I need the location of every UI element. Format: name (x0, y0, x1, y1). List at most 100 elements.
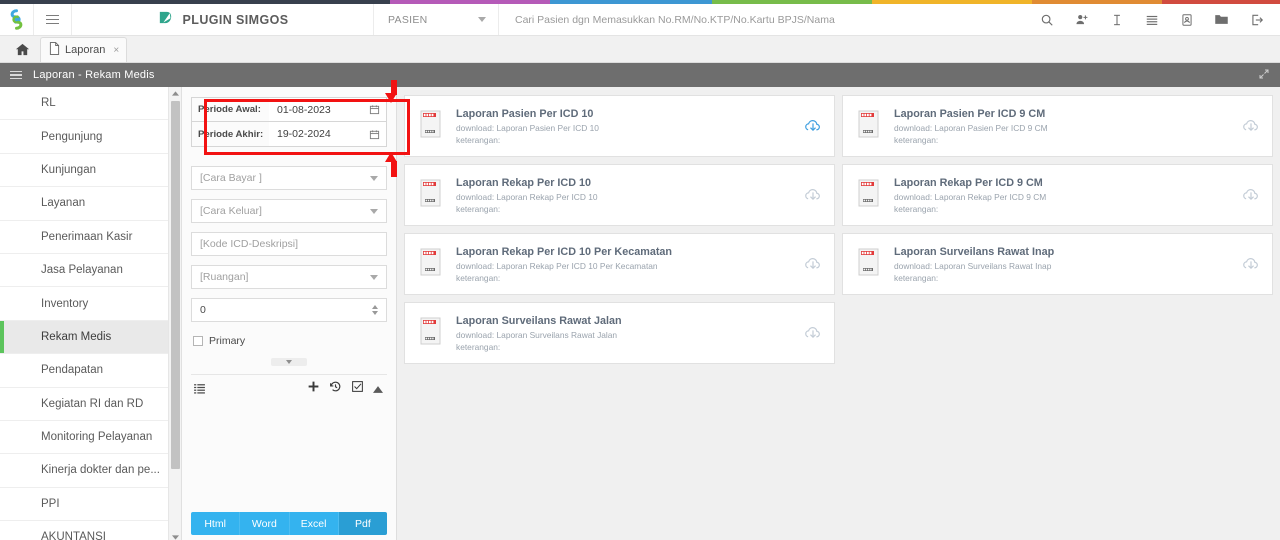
sidebar-scroll-thumb[interactable] (171, 101, 180, 469)
chevron-down-icon (370, 208, 378, 214)
sidebar-item-ppi[interactable]: PPI (0, 488, 181, 522)
report-card-download-text: download: Laporan Surveilans Rawat Jalan (456, 329, 618, 340)
folder-icon[interactable] (1204, 4, 1239, 36)
sidebar-item-kunjungan[interactable]: Kunjungan (0, 154, 181, 188)
primary-checkbox[interactable] (193, 336, 203, 346)
document-icon (49, 42, 60, 58)
sidebar-item-pengunjung[interactable]: Pengunjung (0, 120, 181, 154)
report-card[interactable]: Laporan Surveilans Rawat Inap download: L… (842, 233, 1273, 295)
periode-awal-label: Periode Awal: (192, 98, 269, 121)
report-card[interactable]: Laporan Pasien Per ICD 9 CM download: Lap… (842, 95, 1273, 157)
close-icon[interactable]: × (113, 45, 119, 56)
report-column-left: Laporan Pasien Per ICD 10 download: Lapor… (404, 95, 835, 364)
download-cloud-icon[interactable] (804, 186, 822, 204)
filter-toolbar (191, 374, 387, 402)
report-card-text: Laporan Surveilans Rawat Inap download: L… (894, 246, 1229, 283)
report-card-text: Laporan Rekap Per ICD 10 download: Lapora… (456, 177, 791, 214)
search-category-value: PASIEN (388, 13, 428, 26)
search-icon[interactable] (1029, 4, 1064, 36)
plus-icon[interactable] (307, 380, 320, 398)
add-user-icon[interactable] (1064, 4, 1099, 36)
calendar-icon[interactable] (362, 98, 386, 121)
report-card[interactable]: Laporan Surveilans Rawat Jalan download: … (404, 302, 835, 364)
report-card-title: Laporan Surveilans Rawat Inap (894, 245, 1055, 258)
sidebar-item-label: Layanan (41, 197, 86, 210)
cara-bayar-value: [Cara Bayar ] (200, 172, 262, 184)
report-card[interactable]: Laporan Rekap Per ICD 10 download: Lapora… (404, 164, 835, 226)
periode-awal-value[interactable]: 01-08-2023 (269, 98, 362, 121)
report-card-download-text: download: Laporan Surveilans Rawat Inap (894, 260, 1052, 271)
primary-checkbox-row[interactable]: Primary (191, 335, 387, 347)
patient-search-input[interactable]: Cari Pasien dgn Memasukkan No.RM/No.KTP/… (499, 4, 1029, 35)
sidebar-item-rl[interactable]: RL (0, 87, 181, 121)
periode-awal-row[interactable]: Periode Awal: 01-08-2023 (191, 97, 387, 122)
report-card-download-text: download: Laporan Pasien Per ICD 10 (456, 122, 599, 133)
text-cursor-icon[interactable] (1099, 4, 1134, 36)
file-report-icon (419, 110, 443, 143)
periode-akhir-label: Periode Akhir: (192, 122, 269, 146)
sidebar-item-pendapatan[interactable]: Pendapatan (0, 354, 181, 388)
report-card-keterangan: keterangan: (456, 272, 501, 283)
number-stepper[interactable]: 0 (191, 298, 387, 322)
checkbox-check-icon[interactable] (351, 380, 364, 398)
kode-icd-placeholder: [Kode ICD-Deskripsi] (200, 238, 299, 250)
search-category-select[interactable]: PASIEN (374, 4, 499, 35)
export-excel-button[interactable]: Excel (289, 512, 339, 535)
stepper-arrows-icon[interactable] (372, 305, 378, 315)
list-lines-icon[interactable] (193, 382, 206, 395)
export-word-button[interactable]: Word (240, 512, 290, 535)
home-icon[interactable] (8, 37, 36, 62)
logout-icon[interactable] (1239, 4, 1274, 36)
scroll-down-arrow-icon[interactable] (169, 531, 181, 540)
history-refresh-icon[interactable] (329, 380, 342, 398)
chevron-up-icon[interactable] (373, 380, 383, 398)
report-cards-area: Laporan Pasien Per ICD 10 download: Lapor… (397, 87, 1280, 540)
sidebar-item-kinerja-dokter-dan-pe[interactable]: Kinerja dokter dan pe... (0, 454, 181, 488)
sidebar-item-rekam-medis[interactable]: Rekam Medis (0, 320, 181, 355)
filter-toolbar-actions (307, 380, 383, 398)
sidebar-item-akuntansi[interactable]: AKUNTANSI (0, 521, 181, 540)
download-cloud-icon[interactable] (1242, 186, 1260, 204)
download-cloud-icon[interactable] (804, 324, 822, 342)
kode-icd-input[interactable]: [Kode ICD-Deskripsi] (191, 232, 387, 256)
sidebar-item-label: Monitoring Pelayanan (41, 431, 153, 444)
sidebar-item-monitoring-pelayanan[interactable]: Monitoring Pelayanan (0, 421, 181, 455)
page-body: RL Pengunjung Kunjungan Layanan Penerimaan K… (0, 87, 1280, 540)
cara-keluar-select[interactable]: [Cara Keluar] (191, 199, 387, 223)
export-html-button[interactable]: Html (191, 512, 241, 535)
report-card[interactable]: Laporan Pasien Per ICD 10 download: Lapor… (404, 95, 835, 157)
download-cloud-icon[interactable] (1242, 255, 1260, 273)
report-card[interactable]: Laporan Rekap Per ICD 9 CM download: Lapo… (842, 164, 1273, 226)
report-card-text: Laporan Rekap Per ICD 10 Per Kecamatan do… (456, 246, 791, 283)
id-card-icon[interactable] (1169, 4, 1204, 36)
hamburger-icon[interactable] (10, 68, 22, 81)
sidebar-item-label: Penerimaan Kasir (41, 230, 133, 243)
sidebar-scrollbar[interactable] (168, 87, 181, 540)
menu-icon[interactable] (34, 4, 72, 35)
scroll-up-arrow-icon[interactable] (169, 87, 181, 100)
report-card[interactable]: Laporan Rekap Per ICD 10 Per Kecamatan do… (404, 233, 835, 295)
sidebar-item-inventory[interactable]: Inventory (0, 287, 181, 321)
download-cloud-icon[interactable] (804, 117, 822, 135)
report-card-text: Laporan Rekap Per ICD 9 CM download: Lapo… (894, 177, 1229, 214)
expand-diagonal-icon[interactable] (1258, 68, 1270, 83)
sidebar-item-jasa-pelayanan[interactable]: Jasa Pelayanan (0, 254, 181, 288)
plugin-leaf-icon (157, 9, 174, 31)
list-icon[interactable] (1134, 4, 1169, 36)
panel-collapse-handle[interactable] (271, 358, 307, 366)
tab-laporan[interactable]: Laporan × (40, 37, 128, 62)
calendar-icon[interactable] (362, 122, 386, 146)
report-card-title: Laporan Pasien Per ICD 9 CM (894, 107, 1046, 120)
page-title: Laporan - Rekam Medis (33, 69, 155, 81)
simgos-logo-icon[interactable] (0, 4, 34, 35)
export-pdf-button[interactable]: Pdf (338, 512, 387, 535)
ruangan-select[interactable]: [Ruangan] (191, 265, 387, 289)
sidebar-item-kegiatan-ri-dan-rd[interactable]: Kegiatan RI dan RD (0, 388, 181, 421)
download-cloud-icon[interactable] (1242, 117, 1260, 135)
periode-akhir-value[interactable]: 19-02-2024 (269, 122, 362, 146)
periode-akhir-row[interactable]: Periode Akhir: 19-02-2024 (191, 122, 387, 147)
sidebar-item-penerimaan-kasir[interactable]: Penerimaan Kasir (0, 221, 181, 254)
sidebar-item-layanan[interactable]: Layanan (0, 187, 181, 221)
download-cloud-icon[interactable] (804, 255, 822, 273)
cara-bayar-select[interactable]: [Cara Bayar ] (191, 166, 387, 190)
